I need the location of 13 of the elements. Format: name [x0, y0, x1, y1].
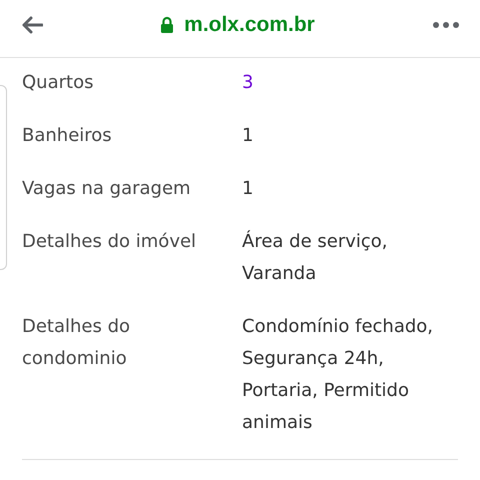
detail-label: Vagas na garagem [22, 177, 192, 201]
detail-value: Área de serviço, Varanda [242, 229, 389, 286]
detail-value: 1 [242, 124, 254, 148]
url-text[interactable]: m.olx.com.br [184, 13, 315, 37]
detail-label: Detalhes do condominio [22, 315, 132, 371]
detail-value: Condomínio fechado, Segurança 24h, Portaria, Permitido animais [242, 315, 434, 435]
detail-value: 1 [242, 177, 254, 201]
detail-label: Quartos [22, 71, 94, 95]
detail-label: Banheiros [22, 124, 113, 148]
back-arrow-icon[interactable] [21, 16, 43, 34]
detail-value[interactable]: 3 [242, 67, 442, 99]
more-icon[interactable] [432, 21, 460, 29]
detail-label: Detalhes do imóvel [22, 230, 198, 254]
